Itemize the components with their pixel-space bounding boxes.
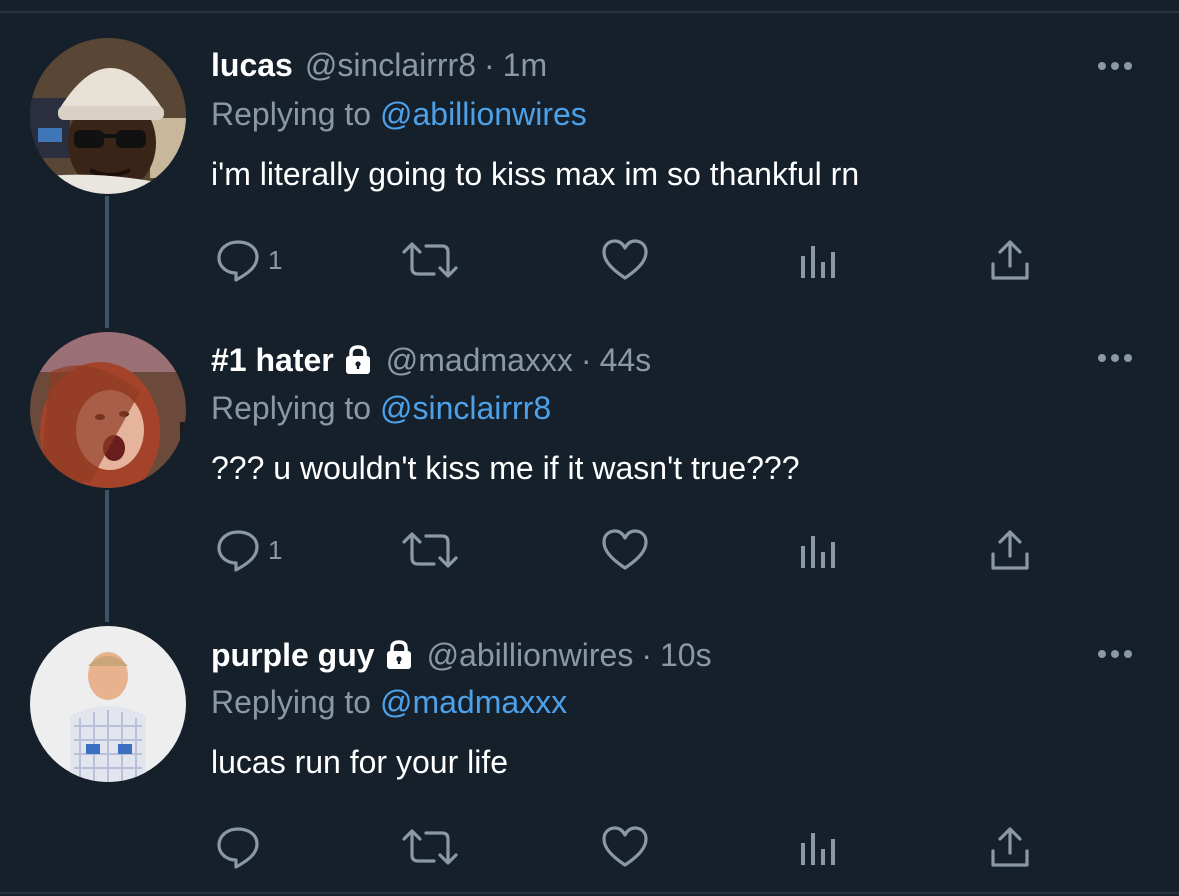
bottom-divider [0,892,1179,894]
tweet-header: purple guy @abillionwires · 10s [211,635,712,675]
reply-icon [214,823,262,871]
avatar[interactable] [30,626,186,782]
separator-dot: · [641,637,652,673]
share-button[interactable] [988,822,1032,872]
tweet-3[interactable]: purple guy @abillionwires · 10s Replying… [0,0,1179,890]
replying-to-mention[interactable]: @madmaxxx [380,684,567,720]
replying-to-line: Replying to @madmaxxx [211,682,567,722]
tweet-thread: lucas @sinclairrr8 · 1m Replying to @abi… [0,0,1179,896]
replying-prefix: Replying to [211,684,372,720]
timestamp[interactable]: 10s [660,635,712,675]
analytics-icon [798,823,838,871]
share-icon [988,823,1032,871]
tweet-text: lucas run for your life [211,744,509,780]
retweet-icon [400,823,460,871]
like-icon [600,823,650,871]
tweet-actions [0,822,1179,872]
lock-icon [383,639,415,671]
more-dots-icon[interactable] [1093,644,1137,664]
user-handle[interactable]: @abillionwires [427,635,634,675]
like-button[interactable] [600,822,650,872]
display-name[interactable]: purple guy [211,635,375,675]
reply-button[interactable] [214,822,268,872]
analytics-button[interactable] [798,822,838,872]
retweet-button[interactable] [400,822,460,872]
